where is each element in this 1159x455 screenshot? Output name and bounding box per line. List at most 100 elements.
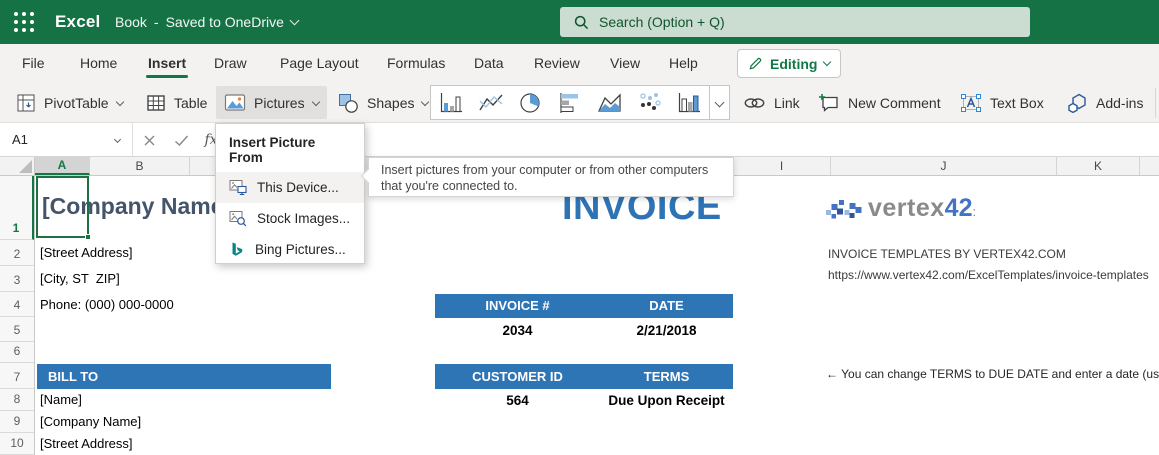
pivottable-icon — [16, 93, 36, 113]
logo-text-blue: 42 — [945, 194, 973, 222]
menu-item-this-device[interactable]: This Device... — [216, 172, 364, 203]
bing-icon — [229, 241, 245, 258]
fill-handle[interactable] — [85, 234, 91, 240]
invoice-number-label: INVOICE # — [435, 294, 600, 318]
tab-review[interactable]: Review — [534, 44, 580, 82]
tab-home[interactable]: Home — [80, 44, 117, 82]
column-header-k[interactable]: K — [1057, 157, 1140, 175]
pencil-icon — [748, 56, 763, 71]
bar-chart-button[interactable] — [550, 86, 590, 119]
cell-bill-street[interactable]: [Street Address] — [40, 436, 133, 451]
pictures-icon — [224, 93, 246, 112]
pictures-button[interactable]: Pictures — [216, 86, 327, 119]
line-chart-button[interactable] — [471, 86, 511, 119]
save-status[interactable]: Saved to OneDrive — [166, 14, 284, 30]
tab-help[interactable]: Help — [669, 44, 698, 82]
name-box[interactable]: A1 — [0, 123, 133, 156]
row-header-2[interactable]: 2 — [0, 240, 34, 266]
row-header-7[interactable]: 7 — [0, 363, 34, 389]
new-comment-button[interactable]: New Comment — [810, 86, 949, 119]
row-header-1[interactable]: 1 — [0, 176, 34, 240]
column-header-a[interactable]: A — [35, 157, 90, 175]
select-all-triangle-icon — [19, 160, 32, 173]
column-header-i[interactable]: I — [733, 157, 831, 175]
vertex42-logo: vertex42: — [826, 194, 976, 223]
text-box-button[interactable]: Text Box — [952, 86, 1052, 119]
chart-gallery — [430, 85, 730, 120]
customer-id-values-row[interactable]: 564 Due Upon Receipt — [435, 393, 733, 408]
sheet-canvas[interactable]: [Company Name] [Street Address] [City, S… — [35, 176, 1159, 455]
cell-street-address[interactable]: [Street Address] — [40, 245, 133, 260]
cell-terms[interactable]: Due Upon Receipt — [600, 393, 733, 408]
title-separator: - — [154, 14, 159, 30]
customer-id-header-bar[interactable]: CUSTOMER ID TERMS — [435, 364, 733, 389]
pie-chart-button[interactable] — [510, 86, 550, 119]
menu-item-stock-images[interactable]: Stock Images... — [216, 203, 364, 234]
cell-invoice-date[interactable]: 2/21/2018 — [600, 323, 733, 338]
addins-button[interactable]: Add-ins — [1058, 86, 1151, 119]
app-launcher-waffle-icon[interactable] — [12, 10, 36, 34]
area-chart-button[interactable] — [590, 86, 630, 119]
selected-cell-a1[interactable] — [36, 176, 89, 238]
row-header-5[interactable]: 5 — [0, 317, 34, 342]
chevron-down-icon — [311, 97, 319, 105]
column-chart-button[interactable] — [431, 86, 471, 119]
invoice-number-values-row[interactable]: 2034 2/21/2018 — [435, 323, 733, 338]
new-comment-icon — [818, 93, 840, 113]
menu-item-bing-pictures[interactable]: Bing Pictures... — [216, 234, 364, 265]
chevron-down-icon — [715, 98, 725, 108]
customer-id-label: CUSTOMER ID — [435, 365, 600, 389]
app-name[interactable]: Excel — [55, 12, 100, 32]
row-header-3[interactable]: 3 — [0, 266, 34, 292]
row-header-6[interactable]: 6 — [0, 342, 34, 363]
select-all-corner[interactable] — [0, 157, 35, 175]
link-label: Link — [774, 95, 800, 111]
terms-label: TERMS — [600, 365, 733, 389]
link-button[interactable]: Link — [735, 86, 808, 119]
cell-city-st-zip[interactable]: [City, ST ZIP] — [40, 271, 120, 286]
row-header-4[interactable]: 4 — [0, 292, 34, 317]
tab-file[interactable]: File — [22, 44, 45, 82]
terms-note: ← You can change TERMS to DUE DATE and e… — [826, 367, 1159, 381]
tab-page-layout[interactable]: Page Layout — [280, 44, 359, 82]
shapes-label: Shapes — [367, 95, 414, 111]
bill-to-header-bar[interactable]: BILL TO — [37, 364, 331, 389]
combo-chart-button[interactable] — [669, 86, 709, 119]
ribbon-tab-bar: File Home Insert Draw Page Layout Formul… — [0, 44, 1159, 82]
cell-phone[interactable]: Phone: (000) 000-0000 — [40, 297, 174, 312]
chart-gallery-expand-button[interactable] — [709, 86, 729, 119]
tab-formulas[interactable]: Formulas — [387, 44, 445, 82]
column-header-b[interactable]: B — [90, 157, 190, 175]
search-placeholder: Search (Option + Q) — [599, 14, 725, 30]
document-name[interactable]: Book — [115, 14, 147, 30]
cell-bill-name[interactable]: [Name] — [40, 392, 82, 407]
tab-view[interactable]: View — [610, 44, 640, 82]
enter-entry-button[interactable] — [170, 130, 192, 150]
search-input[interactable]: Search (Option + Q) — [560, 7, 1030, 37]
tab-draw[interactable]: Draw — [214, 44, 247, 82]
column-header-partial[interactable] — [1140, 157, 1159, 175]
cancel-entry-button[interactable] — [138, 130, 160, 150]
tab-insert[interactable]: Insert — [148, 44, 186, 82]
row-header-9[interactable]: 9 — [0, 411, 34, 433]
editing-mode-button[interactable]: Editing — [737, 49, 841, 78]
templates-byline: INVOICE TEMPLATES BY VERTEX42.COM — [828, 247, 1066, 261]
row-header-8[interactable]: 8 — [0, 389, 34, 411]
cell-customer-id[interactable]: 564 — [435, 393, 600, 408]
row-header-10[interactable]: 10 — [0, 433, 34, 455]
table-button[interactable]: Table — [138, 86, 215, 119]
pictures-label: Pictures — [254, 95, 305, 111]
column-header-j[interactable]: J — [831, 157, 1057, 175]
tab-data[interactable]: Data — [474, 44, 504, 82]
combo-chart-icon — [676, 91, 702, 115]
addins-icon — [1066, 93, 1088, 113]
cell-invoice-number[interactable]: 2034 — [435, 323, 600, 338]
cell-bill-company[interactable]: [Company Name] — [40, 414, 141, 429]
invoice-number-header-bar[interactable]: INVOICE # DATE — [435, 294, 733, 318]
shapes-button[interactable]: Shapes — [330, 86, 436, 119]
scatter-chart-button[interactable] — [630, 86, 670, 119]
name-box-value: A1 — [12, 132, 28, 147]
templates-url[interactable]: https://www.vertex42.com/ExcelTemplates/… — [828, 268, 1149, 282]
document-title-group[interactable]: Book - Saved to OneDrive — [115, 14, 298, 30]
pivottable-button[interactable]: PivotTable — [8, 86, 131, 119]
